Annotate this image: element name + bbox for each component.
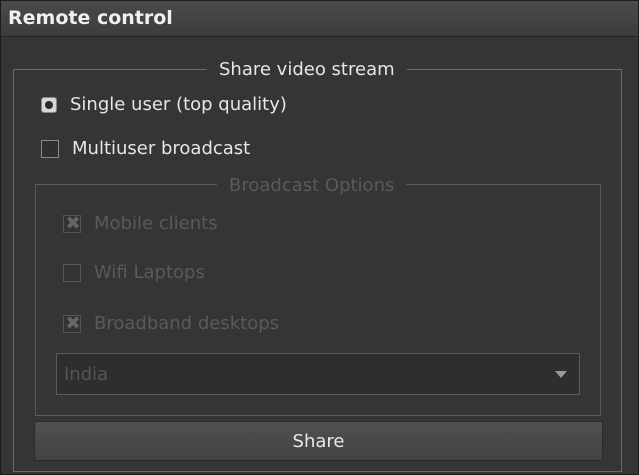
radio-multiuser-label: Multiuser broadcast <box>72 138 251 159</box>
region-select[interactable]: India <box>56 353 580 395</box>
radio-unselected-icon[interactable] <box>41 139 59 158</box>
share-button-label: Share <box>292 430 345 452</box>
checkbox-wifi-laptops-label: Wifi Laptops <box>94 262 205 283</box>
check-mark-icon: ✖ <box>65 312 81 334</box>
broadcast-options-title: Broadcast Options <box>217 175 407 196</box>
radio-single-user[interactable]: Single user (top quality) <box>41 94 287 115</box>
checkbox-mobile-clients-label: Mobile clients <box>94 213 218 234</box>
checkbox-broadband-desktops-label: Broadband desktops <box>94 313 280 334</box>
radio-multiuser-broadcast[interactable]: Multiuser broadcast <box>41 138 250 159</box>
remote-control-window: Remote control Share video stream Single… <box>0 0 639 475</box>
region-select-value: India <box>64 364 109 385</box>
checkbox-checked-icon[interactable]: ✖ <box>63 312 81 334</box>
checkbox-broadband-desktops[interactable]: ✖ Broadband desktops <box>63 313 279 334</box>
chevron-down-icon[interactable] <box>555 371 567 378</box>
share-group-title: Share video stream <box>207 59 407 80</box>
window-title: Remote control <box>8 7 173 29</box>
checkbox-checked-icon[interactable]: ✖ <box>63 212 81 234</box>
check-mark-icon: ✖ <box>65 212 81 234</box>
checkbox-wifi-laptops[interactable]: Wifi Laptops <box>63 262 205 283</box>
checkbox-unchecked-icon[interactable] <box>63 263 81 282</box>
checkbox-mobile-clients[interactable]: ✖ Mobile clients <box>63 213 218 234</box>
radio-single-user-label: Single user (top quality) <box>70 94 287 115</box>
radio-selected-icon[interactable] <box>41 96 57 113</box>
title-bar: Remote control <box>1 1 638 37</box>
share-button[interactable]: Share <box>34 421 603 461</box>
